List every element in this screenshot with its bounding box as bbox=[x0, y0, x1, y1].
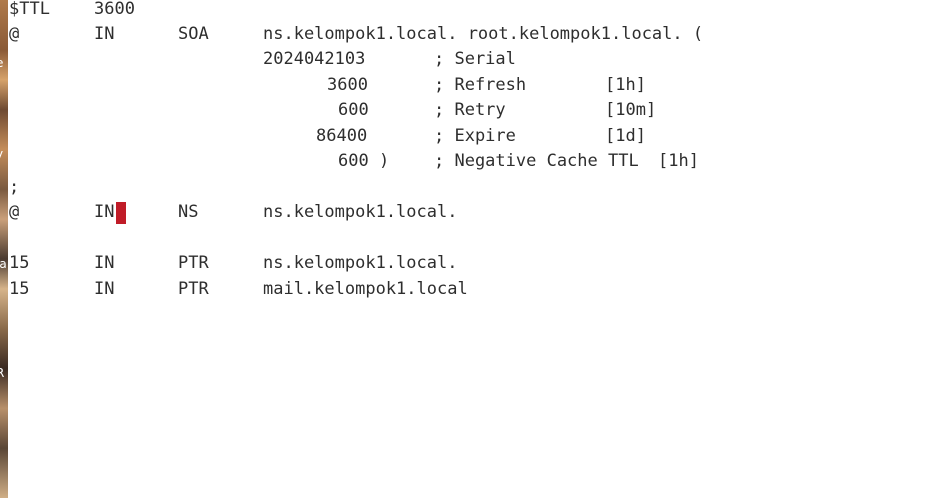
zone-line-soa-refresh: 3600 ; Refresh [1h] bbox=[8, 76, 646, 101]
soa-field-comment: ; Serial bbox=[434, 49, 516, 69]
soa-field-human: [1h] bbox=[605, 75, 646, 95]
ttl-keyword: $TTL bbox=[9, 0, 50, 19]
zone-line-ns: @ IN NS ns.kelompok1.local. bbox=[8, 202, 457, 228]
desktop-background-strip: e y ia R / bbox=[0, 0, 8, 498]
zone-line-soa-negative-ttl: 600 ) ; Negative Cache TTL [1h] bbox=[8, 152, 699, 177]
zone-line-soa-expire: 86400 ; Expire [1d] bbox=[8, 127, 646, 152]
soa-field-comment: ; Expire bbox=[434, 126, 516, 146]
record-data: mail.kelompok1.local bbox=[263, 279, 468, 299]
record-name: @ bbox=[9, 24, 20, 44]
soa-field-comment: ; Retry bbox=[434, 100, 506, 120]
soa-field-value: 600 ) bbox=[338, 151, 390, 171]
record-class: IN bbox=[94, 202, 115, 222]
zone-line-ptr: 15 IN PTR mail.kelompok1.local bbox=[8, 279, 468, 305]
soa-field-value: 600 bbox=[338, 100, 369, 120]
record-class: IN bbox=[94, 24, 115, 44]
zone-line-separator: ; bbox=[8, 178, 69, 203]
soa-field-human: [1h] bbox=[658, 151, 699, 171]
desktop-edge-fragment: e bbox=[0, 56, 3, 70]
record-name: 15 bbox=[9, 253, 30, 273]
record-class: IN bbox=[94, 253, 115, 273]
zone-line-ptr: 15 IN PTR ns.kelompok1.local. bbox=[8, 253, 457, 279]
record-type: NS bbox=[178, 202, 199, 222]
soa-field-human: [1d] bbox=[605, 126, 646, 146]
screen: e y ia R / $TTL 3600 @ IN SOA ns.kelompo… bbox=[0, 0, 933, 498]
desktop-edge-fragment: ia bbox=[0, 257, 7, 271]
zone-line-soa: @ IN SOA ns.kelompok1.local. root.kelomp… bbox=[8, 24, 703, 50]
soa-field-value: 2024042103 bbox=[263, 49, 366, 69]
soa-field-value: 3600 bbox=[327, 75, 368, 95]
record-type: PTR bbox=[178, 279, 209, 299]
soa-field-value: 86400 bbox=[316, 126, 368, 146]
record-data: ns.kelompok1.local. bbox=[263, 202, 458, 222]
desktop-edge-fragment: y bbox=[0, 147, 3, 161]
soa-field-comment: ; Refresh bbox=[434, 75, 527, 95]
text-editor-area[interactable]: $TTL 3600 @ IN SOA ns.kelompok1.local. r… bbox=[8, 0, 933, 498]
record-type: SOA bbox=[178, 24, 209, 44]
record-type: PTR bbox=[178, 253, 209, 273]
record-data: ns.kelompok1.local. bbox=[263, 253, 458, 273]
soa-mname-rname: ns.kelompok1.local. root.kelompok1.local… bbox=[263, 24, 704, 44]
soa-field-human: [10m] bbox=[605, 100, 657, 120]
record-name: @ bbox=[9, 202, 20, 222]
soa-field-comment: ; Negative Cache TTL bbox=[434, 151, 639, 171]
zone-line-ttl: $TTL 3600 bbox=[8, 0, 135, 25]
ttl-value: 3600 bbox=[94, 0, 135, 19]
record-name: 15 bbox=[9, 279, 30, 299]
zone-line-soa-serial: 2024042103 ; Serial bbox=[8, 50, 516, 75]
zone-line-soa-retry: 600 ; Retry [10m] bbox=[8, 101, 656, 126]
comment-separator: ; bbox=[9, 177, 20, 197]
record-class: IN bbox=[94, 279, 115, 299]
text-cursor bbox=[116, 202, 126, 224]
desktop-edge-fragment: R bbox=[0, 366, 5, 380]
